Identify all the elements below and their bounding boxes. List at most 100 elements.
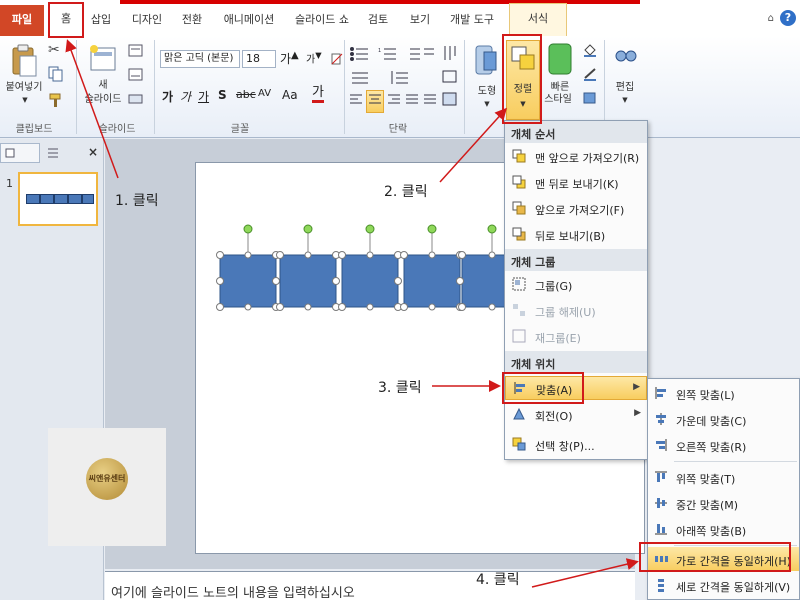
tab-slideshow[interactable]: 슬라이드 쇼 [288, 7, 356, 33]
new-slide-label-2[interactable]: 슬라이드 [80, 94, 126, 106]
section-icon[interactable] [128, 92, 144, 109]
rotate-icon [513, 407, 525, 420]
editing-icon[interactable] [614, 44, 638, 73]
font-color-icon[interactable]: 가 [312, 86, 324, 103]
format-painter-icon[interactable] [48, 92, 64, 111]
shape-effects-icon[interactable] [582, 90, 598, 109]
underline-icon[interactable]: 가 [198, 88, 209, 105]
paste-icon[interactable] [10, 42, 38, 81]
columns-icon[interactable] [350, 70, 372, 87]
selected-shapes[interactable] [216, 224, 507, 311]
clear-format-icon[interactable] [330, 52, 344, 69]
shape-rectangle-1[interactable] [219, 254, 277, 308]
tab-outline[interactable] [42, 145, 82, 163]
distributed-icon[interactable] [422, 92, 438, 111]
menu-selection-pane[interactable]: 선택 창(P)... [505, 433, 647, 457]
shapes-icon[interactable] [472, 42, 500, 83]
shape-fill-icon[interactable] [582, 42, 598, 61]
help-area: ⌂ ? [768, 10, 796, 26]
tab-review[interactable]: 검토 [362, 7, 394, 33]
submenu-separator [674, 461, 797, 462]
submenu-align-middle[interactable]: 중간 맞춤(M) [648, 491, 799, 515]
help-icon[interactable]: ? [780, 10, 796, 26]
menu-send-backward[interactable]: 뒤로 보내기(B) [505, 223, 647, 247]
menu-group[interactable]: 그룹(G) [505, 273, 647, 297]
shape-outline-icon[interactable] [582, 66, 598, 85]
submenu-distribute-vertically[interactable]: 세로 간격을 동일하게(V) [648, 573, 799, 597]
layout-icon[interactable] [128, 44, 144, 61]
tab-design[interactable]: 디자인 [126, 7, 168, 33]
shadow-icon[interactable]: S [218, 88, 227, 102]
align-right-icon[interactable] [386, 92, 402, 111]
paste-label[interactable]: 붙여넣기 [2, 82, 46, 94]
rotation-handles[interactable] [243, 224, 497, 255]
menu-ungroup[interactable]: 그룹 해제(U) [505, 299, 647, 323]
shape-rectangle-3[interactable] [341, 254, 399, 308]
quick-styles-label-2[interactable]: 스타일 [536, 94, 580, 106]
tab-developer[interactable]: 개발 도구 [446, 7, 498, 33]
submenu-align-center-label: 가운데 맞춤(C) [676, 415, 747, 428]
shape-rectangle-2[interactable] [279, 254, 337, 308]
menu-send-to-back[interactable]: 맨 뒤로 보내기(K) [505, 171, 647, 195]
quick-styles-icon[interactable] [546, 42, 574, 81]
new-slide-icon[interactable] [88, 44, 118, 77]
bullets-icon[interactable] [350, 46, 372, 65]
grow-font-icon[interactable]: 가▲ [280, 50, 299, 67]
new-slide-label-1[interactable]: 새 [88, 80, 118, 92]
shapes-dropdown-icon[interactable]: ▼ [482, 98, 492, 110]
shape-rectangle-4[interactable] [403, 254, 461, 308]
minimize-ribbon-icon[interactable]: ⌂ [768, 13, 774, 24]
copy-icon[interactable] [48, 66, 64, 85]
shrink-font-icon[interactable]: 가▼ [306, 50, 322, 65]
line-spacing-icon[interactable] [390, 70, 412, 87]
justify-icon[interactable] [404, 92, 420, 111]
editing-label[interactable]: 편집 [610, 82, 640, 94]
align-left-icon[interactable] [348, 92, 364, 111]
slide-thumbnail-1[interactable] [18, 172, 98, 226]
bold-icon[interactable]: 가 [162, 88, 173, 105]
group-separator [344, 40, 345, 134]
editing-dropdown-icon[interactable]: ▼ [620, 94, 630, 106]
submenu-align-bottom[interactable]: 아래쪽 맞춤(B) [648, 517, 799, 541]
strikethrough-icon[interactable]: abc [236, 88, 256, 101]
notes-input[interactable]: 여기에 슬라이드 노트의 내용을 입력하십시오 [105, 571, 635, 600]
text-direction-icon[interactable] [442, 44, 458, 65]
align-text-icon[interactable] [442, 70, 458, 87]
reset-icon[interactable] [128, 68, 144, 85]
cut-icon[interactable]: ✂ [48, 42, 60, 58]
italic-icon[interactable]: 가 [180, 88, 191, 105]
font-size-select[interactable]: 18 [242, 50, 276, 68]
menu-rotate[interactable]: 회전(O) ▶ [505, 403, 647, 427]
shape-rectangle-5[interactable] [461, 254, 507, 308]
tab-animations[interactable]: 애니메이션 [217, 7, 281, 33]
annotation-box-distribute-h [639, 542, 791, 572]
submenu-align-top[interactable]: 위쪽 맞춤(T) [648, 465, 799, 489]
shapes-label[interactable]: 도형 [472, 86, 502, 98]
tab-file[interactable]: 파일 [0, 5, 44, 36]
menu-bring-forward[interactable]: 앞으로 가져오기(F) [505, 197, 647, 221]
annotation-box-align [502, 372, 584, 404]
paste-dropdown-icon[interactable]: ▼ [20, 94, 30, 106]
selection-pane-icon [512, 437, 526, 451]
submenu-align-center[interactable]: 가운데 맞춤(C) [648, 407, 799, 431]
quick-styles-label-1[interactable]: 빠른 [540, 82, 580, 94]
tab-insert[interactable]: 삽입 [86, 7, 116, 33]
tab-view[interactable]: 보기 [404, 7, 436, 33]
char-spacing-icon[interactable]: AV [258, 88, 271, 99]
close-pane-icon[interactable]: × [88, 145, 102, 161]
change-case-icon[interactable]: Aa [282, 88, 298, 102]
tab-format[interactable]: 서식 [509, 3, 567, 36]
smartart-icon[interactable] [442, 92, 458, 111]
tab-slides-thumbnails[interactable] [0, 143, 40, 163]
menu-bring-to-front[interactable]: 맨 앞으로 가져오기(R) [505, 145, 647, 169]
tab-transitions[interactable]: 전환 [175, 7, 209, 33]
align-center-icon[interactable] [366, 90, 384, 113]
menu-regroup[interactable]: 재그룹(E) [505, 325, 647, 349]
submenu-align-right[interactable]: 오른쪽 맞춤(R) [648, 433, 799, 457]
indent-icon[interactable] [408, 46, 438, 65]
menu-selection-pane-label: 선택 창(P)... [535, 440, 595, 453]
submenu-align-left[interactable]: 왼쪽 맞춤(L) [648, 381, 799, 405]
font-name-select[interactable]: 맑은 고딕 (본문) [160, 50, 240, 68]
stamp-watermark-area: 씨앤유센터 [48, 428, 166, 546]
numbering-icon[interactable]: 1 [378, 46, 400, 65]
